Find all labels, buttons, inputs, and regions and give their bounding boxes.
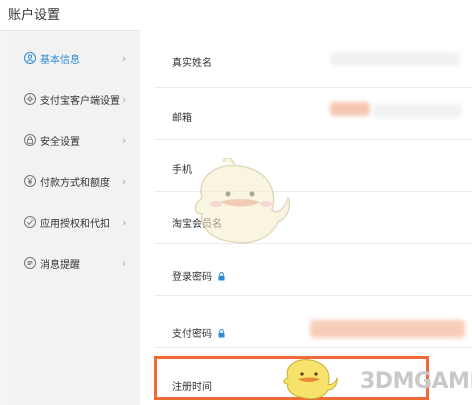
sidebar-item-label: 消息提醒 <box>40 259 80 271</box>
sidebar: 基本信息 › 支付宝客户端设置 › 安全设置 › 付款方式和额度 › 应用授权和… <box>8 38 140 405</box>
field-label: 登录密码 <box>172 268 225 284</box>
redacted-value <box>330 52 460 66</box>
sidebar-item-label: 付款方式和额度 <box>40 177 110 189</box>
lock-icon <box>218 272 225 284</box>
check-icon <box>24 216 36 228</box>
sidebar-item-basic-info[interactable]: 基本信息 › <box>8 46 140 70</box>
user-icon <box>24 52 36 64</box>
chevron-right-icon: › <box>122 92 127 106</box>
sidebar-item-label: 支付宝客户端设置 <box>40 95 120 107</box>
sidebar-item-app-authorization[interactable]: 应用授权和代扣 › <box>8 210 140 234</box>
field-label: 真实姓名 <box>172 58 212 69</box>
sidebar-item-label: 应用授权和代扣 <box>40 218 110 230</box>
chevron-right-icon: › <box>122 51 127 65</box>
field-label: 邮箱 <box>172 113 192 124</box>
page-title: 账户设置 <box>8 8 61 23</box>
sidebar-item-payment-limits[interactable]: 付款方式和额度 › <box>8 169 140 193</box>
chevron-right-icon: › <box>122 174 127 188</box>
settings-icon <box>24 93 36 105</box>
lock-icon <box>218 329 225 341</box>
redacted-value <box>372 104 462 118</box>
yen-icon <box>24 175 36 187</box>
sidebar-item-label: 基本信息 <box>40 54 80 66</box>
sidebar-item-label: 安全设置 <box>40 136 80 148</box>
watermark-logo-text: 3DMGAME <box>360 369 472 394</box>
header-bar: 账户设置 <box>0 0 472 31</box>
mascot-watermark-image <box>194 158 291 244</box>
sidebar-item-security[interactable]: 安全设置 › <box>8 128 140 152</box>
mascot-logo-image <box>283 359 338 400</box>
field-label: 支付密码 <box>172 325 225 341</box>
sidebar-item-client-settings[interactable]: 支付宝客户端设置 › <box>8 87 140 111</box>
chevron-right-icon: › <box>122 256 127 270</box>
field-label-text: 支付密码 <box>172 329 212 340</box>
redacted-value <box>310 320 465 338</box>
chevron-right-icon: › <box>122 133 127 147</box>
chevron-right-icon: › <box>122 215 127 229</box>
lock-icon <box>24 134 36 146</box>
field-label-text: 登录密码 <box>172 272 212 283</box>
redacted-value <box>330 102 370 116</box>
message-icon <box>24 257 36 269</box>
sidebar-item-notifications[interactable]: 消息提醒 › <box>8 251 140 275</box>
row-login-password: 登录密码 <box>154 244 472 296</box>
